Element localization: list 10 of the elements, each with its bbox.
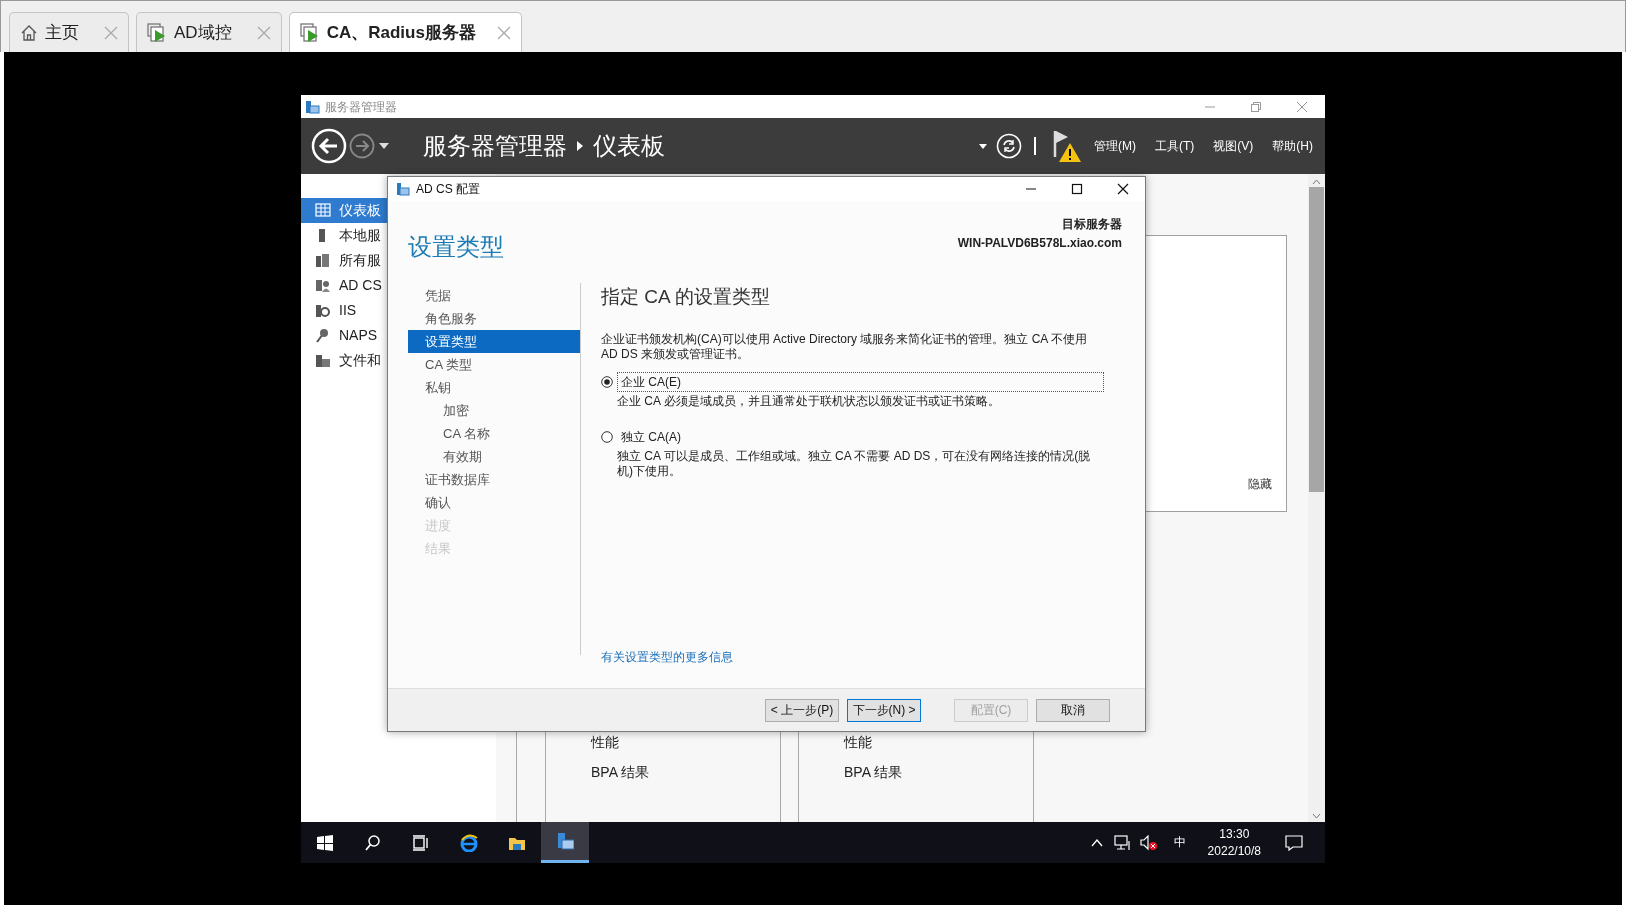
description-text: 企业证书颁发机构(CA)可以使用 Active Directory 域服务来简化证书的管理。独立 CA 不使用 AD DS 来颁发或管理证书。 [601, 331, 1089, 362]
page-heading: 设置类型 [408, 232, 504, 262]
breadcrumb-current: 仪表板 [593, 131, 665, 161]
window-title: 服务器管理器 [325, 98, 397, 116]
target-server-name: WIN-PALVD6B578L.xiao.com [957, 235, 1122, 252]
option-description: 独立 CA 可以是成员、工作组或域。独立 CA 不需要 AD DS，可在没有网络连接的情况(脱机)下使用。 [616, 448, 1092, 479]
option-description: 企业 CA 必须是域成员，并且通常处于联机状态以颁发证书或证书策略。 [616, 393, 1001, 409]
dialog-title: AD CS 配置 [416, 181, 480, 198]
section-title: 指定 CA 的设置类型 [601, 285, 771, 309]
target-server-label: 目标服务器 [1061, 216, 1122, 233]
